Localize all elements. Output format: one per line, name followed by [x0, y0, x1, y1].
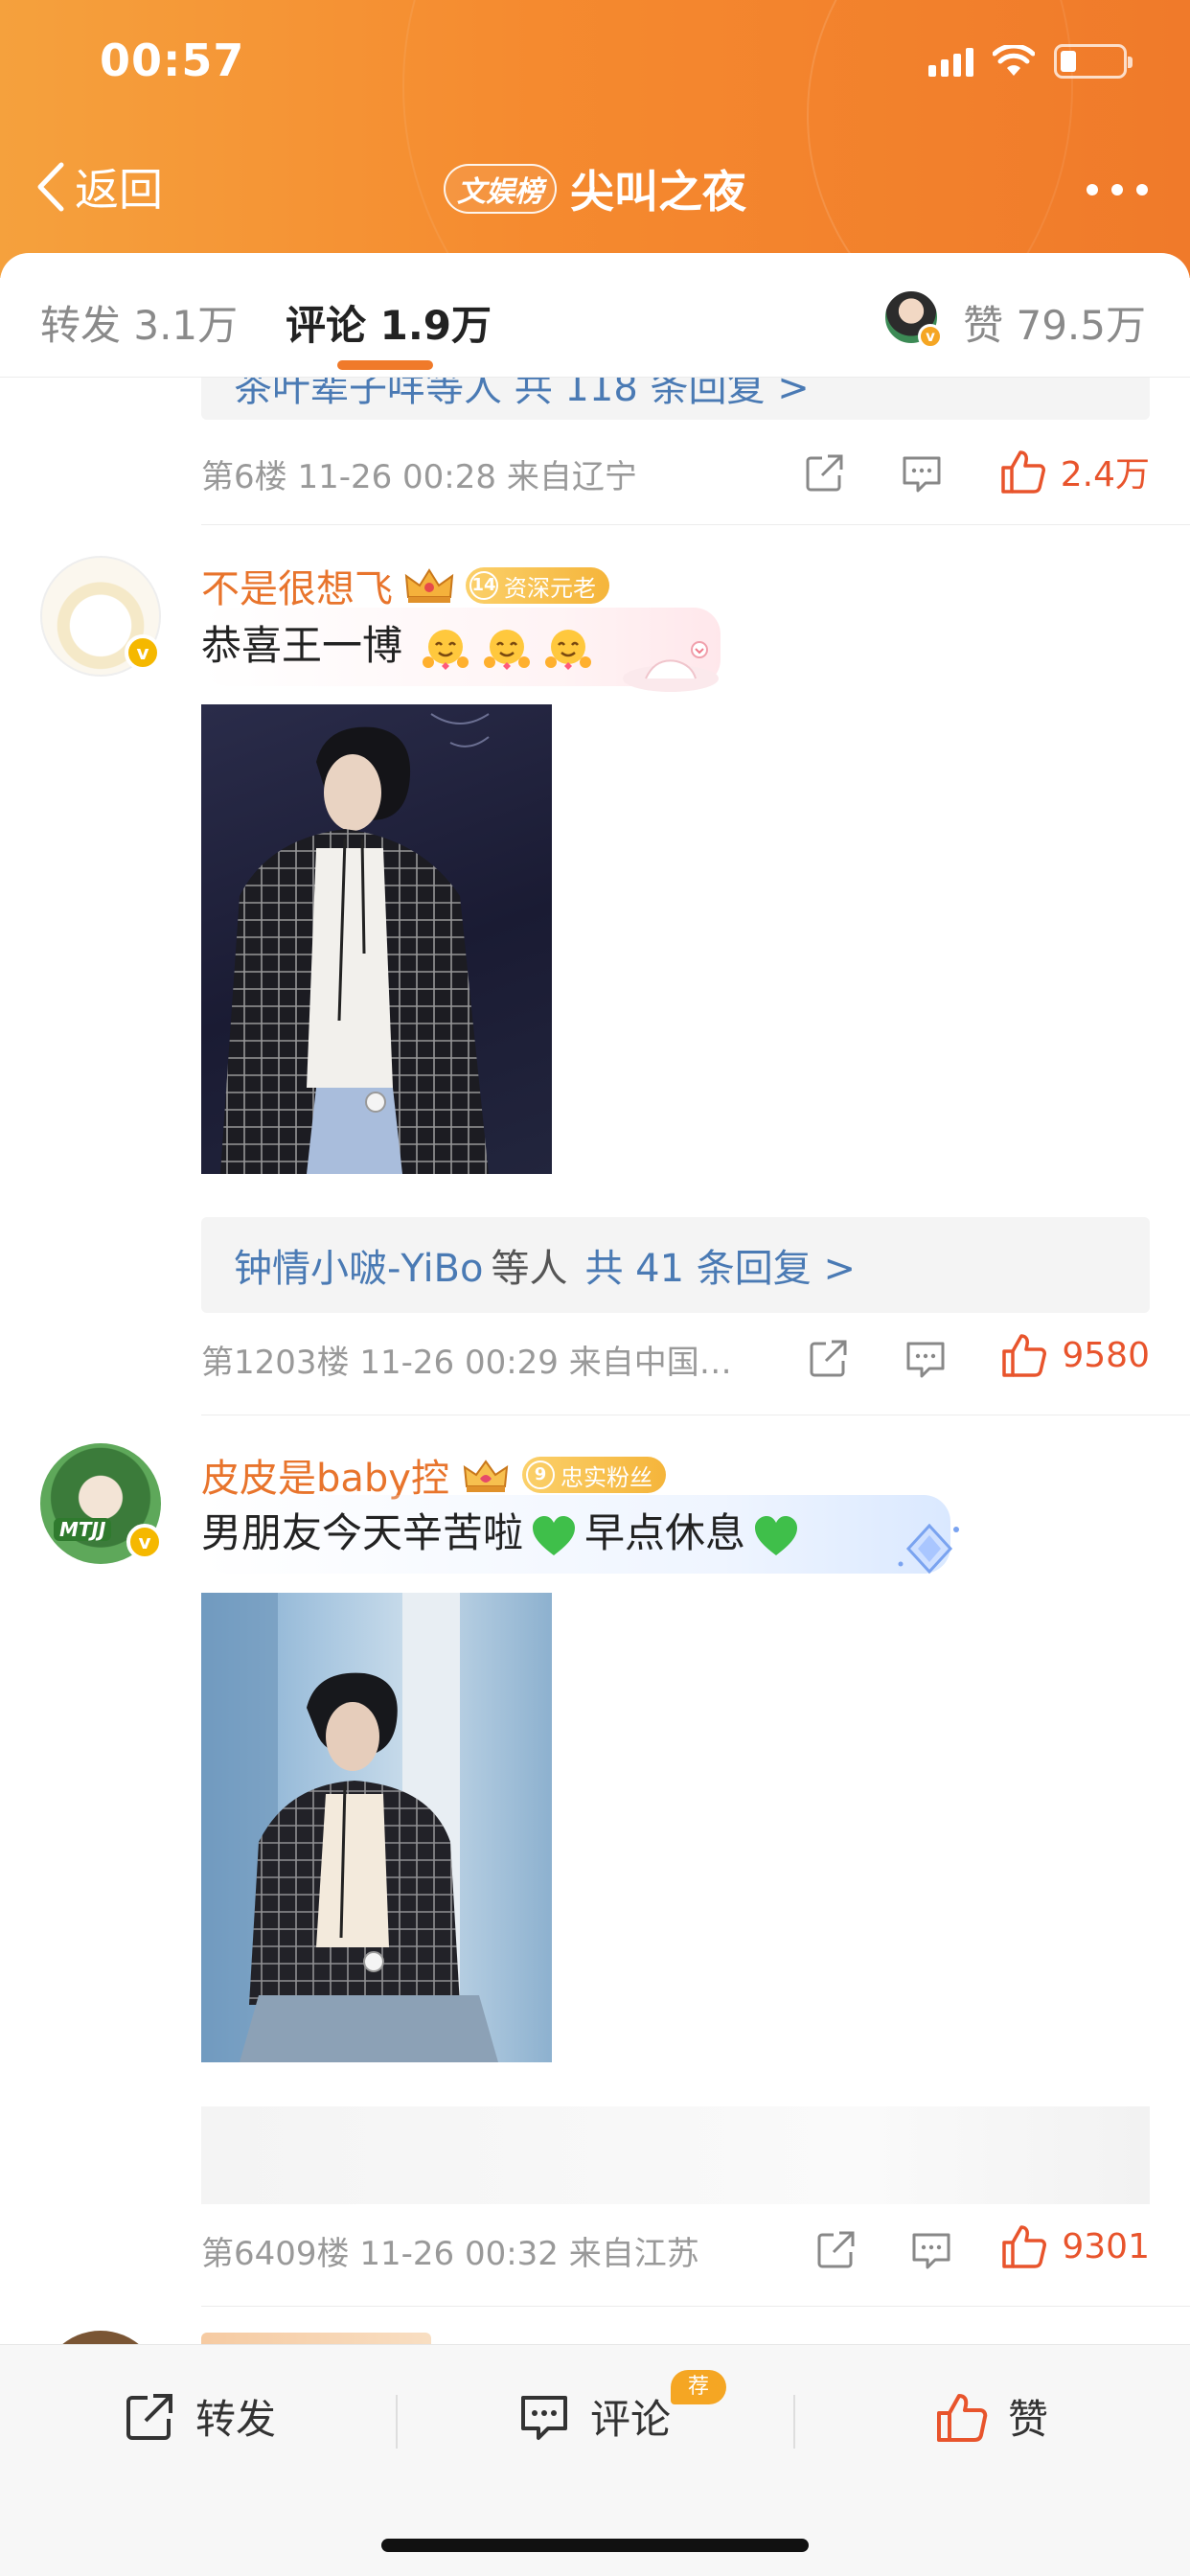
battery-icon — [1054, 44, 1133, 79]
fan-level-number: 9 — [525, 1460, 555, 1489]
reply-icon[interactable] — [910, 2229, 952, 2271]
comment-button[interactable]: 评论 — [517, 2387, 671, 2446]
fan-level-badge[interactable]: 14 资深元老 — [466, 567, 609, 604]
repost-button[interactable]: 转发 — [123, 2387, 276, 2446]
comment-floor-info: 第6409楼 11-26 00:32 来自江苏 — [201, 2234, 699, 2273]
tab-comment[interactable]: 评论 1.9万 — [286, 293, 492, 352]
verified-icon: v — [125, 634, 161, 671]
divider — [793, 2395, 795, 2449]
comment-photo[interactable] — [201, 1593, 552, 2062]
reply-icon[interactable] — [901, 452, 943, 494]
cellular-signal-icon — [928, 46, 973, 77]
fan-level-badge[interactable]: 9 忠实粉丝 — [521, 1457, 666, 1493]
share-icon — [126, 2393, 172, 2440]
crown-icon — [404, 568, 454, 603]
share-icon[interactable] — [814, 2229, 857, 2271]
green-heart-icon — [533, 1515, 576, 1555]
reply-summary[interactable]: 钟情小啵-YiBo 等人 共 41 条回复 > — [201, 1217, 1150, 1313]
divider — [201, 2306, 1190, 2307]
page-title: 尖叫之夜 — [570, 166, 746, 218]
status-time: 00:57 — [100, 34, 245, 86]
divider — [396, 2395, 398, 2449]
next-username-partial — [201, 2333, 431, 2344]
comment-text-part1: 男朋友今天辛苦啦 — [201, 1509, 524, 1556]
avatar-label: MTJJ — [54, 1518, 112, 1541]
like-button[interactable]: 9580 — [1000, 1332, 1150, 1378]
person-photo-illustration — [220, 713, 490, 1174]
tab-bar: 转发 3.1万 评论 1.9万 v 赞 79.5万 — [0, 253, 1190, 378]
comment-floor-info: 第6楼 11-26 00:28 来自辽宁 — [201, 457, 637, 496]
comment-floor-info: 第1203楼 11-26 00:29 来自中国… — [201, 1343, 732, 1382]
thumbs-up-icon — [1000, 450, 1045, 494]
hug-emoji-icon — [545, 629, 592, 670]
reply-summary[interactable]: 茶叶辈子咩等人 共 118 条回复 > — [201, 378, 1150, 420]
comment-meta-row: 第6409楼 11-26 00:32 来自江苏 9301 — [201, 2221, 1150, 2279]
verified-icon: v — [126, 1524, 163, 1560]
person-photo-illustration — [201, 1593, 498, 2062]
page-title-group: 文娱榜 尖叫之夜 — [0, 157, 1190, 220]
hug-emoji-icon — [423, 629, 469, 670]
hidden-reply-summary — [201, 2106, 1150, 2204]
like-post-button[interactable]: 赞 — [935, 2387, 1048, 2446]
comment-label: 评论 — [590, 2396, 672, 2443]
username-row: 不是很想飞 14 资深元老 — [201, 558, 609, 613]
like-count: 9580 — [1062, 1335, 1150, 1375]
reply-users[interactable]: 钟情小啵-YiBo — [234, 1237, 483, 1293]
username[interactable]: 不是很想飞 — [201, 558, 393, 613]
entertainment-ranking-tag[interactable]: 文娱榜 — [444, 164, 557, 214]
crown-icon — [463, 1460, 509, 1492]
avatar[interactable]: v — [40, 556, 161, 677]
comment-text: 男朋友今天辛苦啦 早点休息 — [201, 1495, 950, 1574]
top-header: 00:57 返回 文娱榜 尖叫之夜 — [0, 0, 1190, 278]
diamond-decoration-icon — [898, 1523, 959, 1575]
like-count: 9301 — [1062, 2226, 1150, 2266]
wifi-icon — [993, 45, 1035, 76]
fan-level-text: 忠实粉丝 — [560, 1463, 652, 1491]
fan-level-number: 14 — [469, 571, 498, 600]
reply-mid-text: 等人 — [491, 1247, 568, 1291]
recommended-badge: 荐 — [671, 2370, 726, 2404]
comment-icon — [521, 2395, 567, 2440]
like-button[interactable]: 9301 — [1000, 2223, 1150, 2269]
liker-avatar[interactable]: v — [883, 289, 943, 349]
comment-text-part2: 早点休息 — [584, 1509, 746, 1556]
like-label: 赞 — [1008, 2396, 1049, 2443]
divider — [201, 1414, 1190, 1415]
green-heart-icon — [755, 1515, 798, 1555]
header-decoration — [402, 0, 1073, 278]
divider — [201, 524, 1190, 525]
share-icon[interactable] — [807, 1338, 849, 1380]
cat-bubble-decoration-icon — [623, 641, 719, 692]
comment-text-body: 恭喜王一博 — [201, 622, 403, 669]
status-icons — [928, 44, 1133, 79]
tab-like[interactable]: 赞 79.5万 — [963, 293, 1146, 352]
reply-count[interactable]: 共 41 条回复 > — [584, 1237, 856, 1293]
reply-icon[interactable] — [904, 1338, 947, 1380]
comment-meta-row: 第6楼 11-26 00:28 来自辽宁 2.4万 — [201, 445, 1150, 502]
thumbs-up-icon — [937, 2393, 988, 2442]
like-count: 2.4万 — [1060, 455, 1150, 494]
nav-bar: 返回 文娱榜 尖叫之夜 — [0, 144, 1190, 230]
share-icon[interactable] — [803, 452, 845, 494]
thumbs-up-icon — [1002, 1334, 1047, 1377]
tab-active-indicator — [337, 360, 433, 370]
reply-summary-text: 茶叶辈子咩等人 共 118 条回复 > — [234, 378, 810, 410]
more-options-button[interactable] — [1087, 184, 1148, 196]
tab-repost[interactable]: 转发 3.1万 — [40, 293, 238, 352]
verified-icon: v — [918, 324, 943, 349]
comment-feed: 茶叶辈子咩等人 共 118 条回复 > 第6楼 11-26 00:28 来自辽宁… — [0, 378, 1190, 2344]
repost-label: 转发 — [195, 2396, 277, 2443]
thumbs-up-icon — [1002, 2225, 1047, 2268]
like-button[interactable]: 2.4万 — [999, 447, 1150, 496]
hug-emoji-icon — [484, 629, 531, 670]
avatar[interactable] — [40, 2331, 161, 2344]
comment-meta-row: 第1203楼 11-26 00:29 来自中国… 9580 — [201, 1330, 1150, 1388]
home-indicator — [381, 2539, 809, 2552]
avatar[interactable]: MTJJ v — [40, 1443, 163, 1564]
bottom-action-bar: 转发 评论 荐 赞 — [0, 2344, 1190, 2576]
fan-level-text: 资深元老 — [504, 574, 596, 602]
comment-photo[interactable] — [201, 704, 552, 1174]
